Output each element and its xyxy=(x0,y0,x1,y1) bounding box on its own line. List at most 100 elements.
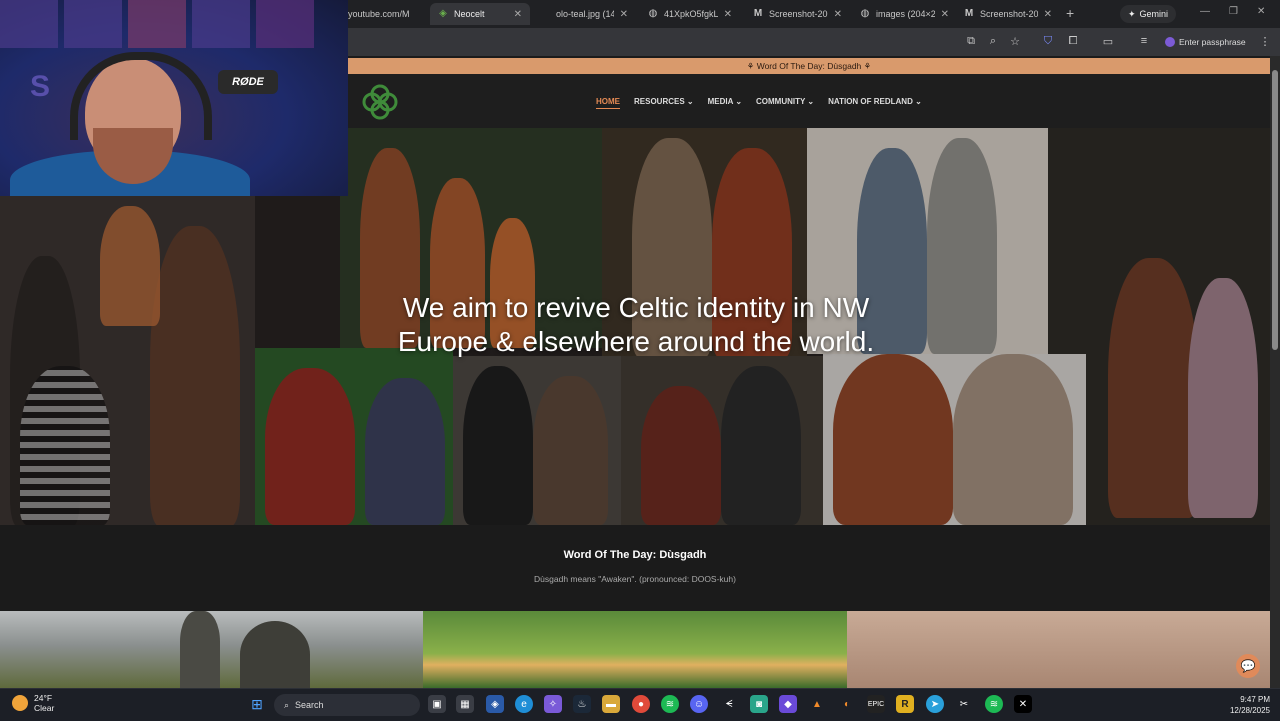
app-icon[interactable]: ᗕ xyxy=(720,695,738,713)
copilot-icon[interactable]: ✧ xyxy=(544,695,562,713)
tab-label: 41XpkO5fgkL._ xyxy=(664,9,718,19)
spotify-icon[interactable]: ≋ xyxy=(985,695,1003,713)
edge-icon[interactable]: e xyxy=(515,695,533,713)
shield-icon[interactable]: ⛉ xyxy=(1041,35,1055,48)
screenshot-icon[interactable]: ⧉ xyxy=(964,35,978,48)
photo-rocky-landscape xyxy=(0,611,423,688)
app-r-icon[interactable]: R xyxy=(896,695,914,713)
poster xyxy=(0,0,58,48)
poster xyxy=(128,0,186,48)
gemini-button[interactable]: ✦ Gemini xyxy=(1120,5,1177,23)
globe-icon: ◍ xyxy=(860,8,870,19)
new-tab-button[interactable]: + xyxy=(1066,5,1074,21)
taskbar-search[interactable]: ⌕ Search xyxy=(274,694,420,716)
system-clock[interactable]: 9:47 PM 12/28/2025 xyxy=(1222,694,1270,716)
vlc-icon[interactable]: ▲ xyxy=(808,695,826,713)
headphones-icon xyxy=(70,52,212,140)
weather-widget[interactable]: 24°F Clear xyxy=(12,693,54,713)
tab-images[interactable]: ◍ images (204×24 ✕ xyxy=(852,3,957,25)
extensions-icon[interactable]: ⧠ xyxy=(1066,35,1080,48)
tab-label: images (204×24 xyxy=(876,9,935,19)
passphrase-label: Enter passphrase xyxy=(1179,37,1246,47)
store-icon[interactable]: ◈ xyxy=(486,695,504,713)
discord-icon[interactable]: ☺ xyxy=(690,695,708,713)
maximize-icon[interactable]: ❐ xyxy=(1229,6,1238,17)
nav-nation-of-redland[interactable]: NATION OF REDLAND ⌄ xyxy=(828,97,922,109)
celtic-knot-logo[interactable] xyxy=(360,82,400,122)
tab-label: Screenshot-201 xyxy=(980,9,1038,19)
passphrase-button[interactable]: Enter passphrase xyxy=(1165,34,1246,50)
tab-label: youtube.com/M xyxy=(348,9,410,19)
announcement-bar[interactable]: ⚘ Word Of The Day: Dùsgadh ⚘ xyxy=(348,58,1270,74)
gemini-label: Gemini xyxy=(1139,9,1169,19)
microphone: RØDE xyxy=(218,70,278,94)
tab-olo-teal[interactable]: olo-teal.jpg (140 ✕ xyxy=(548,3,636,25)
poster xyxy=(64,0,122,48)
landscape-strip xyxy=(0,611,1270,688)
weather-temp: 24°F xyxy=(34,693,53,703)
telegram-icon[interactable]: ➤ xyxy=(926,695,944,713)
active-app-icon[interactable]: ◙ xyxy=(750,695,768,713)
flourish-icon: ⚘ xyxy=(746,60,757,71)
more-menu-icon[interactable]: ⋮ xyxy=(1258,35,1272,48)
epic-games-icon[interactable]: EPIC xyxy=(867,695,885,713)
close-tab-icon[interactable]: ✕ xyxy=(620,9,628,20)
sparkle-icon: ✦ xyxy=(1128,8,1136,19)
tab-41xpk[interactable]: ◍ 41XpkO5fgkL._ ✕ xyxy=(640,3,740,25)
poster xyxy=(192,0,250,48)
photo-green-valley xyxy=(423,611,847,688)
app-icon[interactable]: ◐ xyxy=(838,695,856,713)
tab-youtube[interactable]: youtube.com/M xyxy=(340,3,430,25)
close-tab-icon[interactable]: ✕ xyxy=(1044,9,1052,20)
task-view-icon[interactable]: ▣ xyxy=(428,695,446,713)
windows-start-icon[interactable]: ⊞ xyxy=(248,695,266,713)
weather-sun-icon xyxy=(12,695,28,711)
profile-avatar-icon xyxy=(1165,37,1175,47)
chrome-icon[interactable]: ● xyxy=(632,695,650,713)
close-tab-icon[interactable]: ✕ xyxy=(941,9,949,20)
tab-search-icon[interactable]: ≡ xyxy=(1137,35,1151,47)
sidepanel-icon[interactable]: ▭ xyxy=(1101,35,1115,48)
clock-time: 9:47 PM xyxy=(1240,695,1270,704)
chat-bubble-icon[interactable]: 💬 xyxy=(1236,654,1260,678)
minimize-icon[interactable]: — xyxy=(1200,6,1210,17)
close-tab-icon[interactable]: ✕ xyxy=(724,9,732,20)
capcut-icon[interactable]: ✂ xyxy=(955,695,973,713)
webcam-overlay: S RØDE xyxy=(0,0,348,196)
zoom-icon[interactable]: ⌕ xyxy=(986,35,1000,48)
wall-sign: S xyxy=(30,70,51,103)
steam-icon[interactable]: ♨ xyxy=(573,695,591,713)
scrollbar-thumb[interactable] xyxy=(1272,70,1278,350)
search-icon: ⌕ xyxy=(284,699,290,710)
tab-label: Screenshot-201 xyxy=(769,9,828,19)
word-of-the-day-description: Dùsgadh means "Awaken". (pronounced: DOO… xyxy=(534,574,736,584)
nav-community[interactable]: COMMUNITY ⌄ xyxy=(756,97,814,109)
tab-label: Neocelt xyxy=(454,9,485,19)
poster xyxy=(256,0,314,48)
windows-taskbar: 24°F Clear ⊞ ⌕ Search ▣ ▦ ◈ e ✧ ♨ ▬ ● ≋ … xyxy=(0,688,1280,721)
close-tab-icon[interactable]: ✕ xyxy=(514,9,522,20)
file-explorer-icon[interactable]: ▬ xyxy=(602,695,620,713)
globe-icon: ◍ xyxy=(648,8,658,19)
search-label: Search xyxy=(295,700,324,710)
nav-resources[interactable]: RESOURCES ⌄ xyxy=(634,97,694,109)
nav-home[interactable]: HOME xyxy=(596,97,620,109)
widgets-icon[interactable]: ▦ xyxy=(456,695,474,713)
close-window-icon[interactable]: ✕ xyxy=(1257,6,1265,17)
site-navbar: HOME RESOURCES ⌄ MEDIA ⌄ COMMUNITY ⌄ NAT… xyxy=(348,74,1270,128)
medium-icon: M xyxy=(964,8,974,19)
spotify-icon[interactable]: ≋ xyxy=(661,695,679,713)
main-menu: HOME RESOURCES ⌄ MEDIA ⌄ COMMUNITY ⌄ NAT… xyxy=(596,97,922,109)
close-tab-icon[interactable]: ✕ xyxy=(834,9,842,20)
bookmark-star-icon[interactable]: ☆ xyxy=(1008,35,1022,48)
nav-media[interactable]: MEDIA ⌄ xyxy=(708,97,742,109)
tab-screenshot-1[interactable]: M Screenshot-201 ✕ xyxy=(745,3,850,25)
tab-screenshot-2[interactable]: M Screenshot-201 ✕ xyxy=(956,3,1060,25)
app-diamond-icon[interactable]: ◆ xyxy=(779,695,797,713)
medium-icon: M xyxy=(753,8,763,19)
page-scrollbar[interactable] xyxy=(1270,56,1280,688)
announcement-text: Word Of The Day: Dùsgadh xyxy=(756,61,862,71)
clock-date: 12/28/2025 xyxy=(1229,706,1270,715)
tab-neocelt[interactable]: ◈ Neocelt ✕ xyxy=(430,3,530,25)
x-app-icon[interactable]: ✕ xyxy=(1014,695,1032,713)
